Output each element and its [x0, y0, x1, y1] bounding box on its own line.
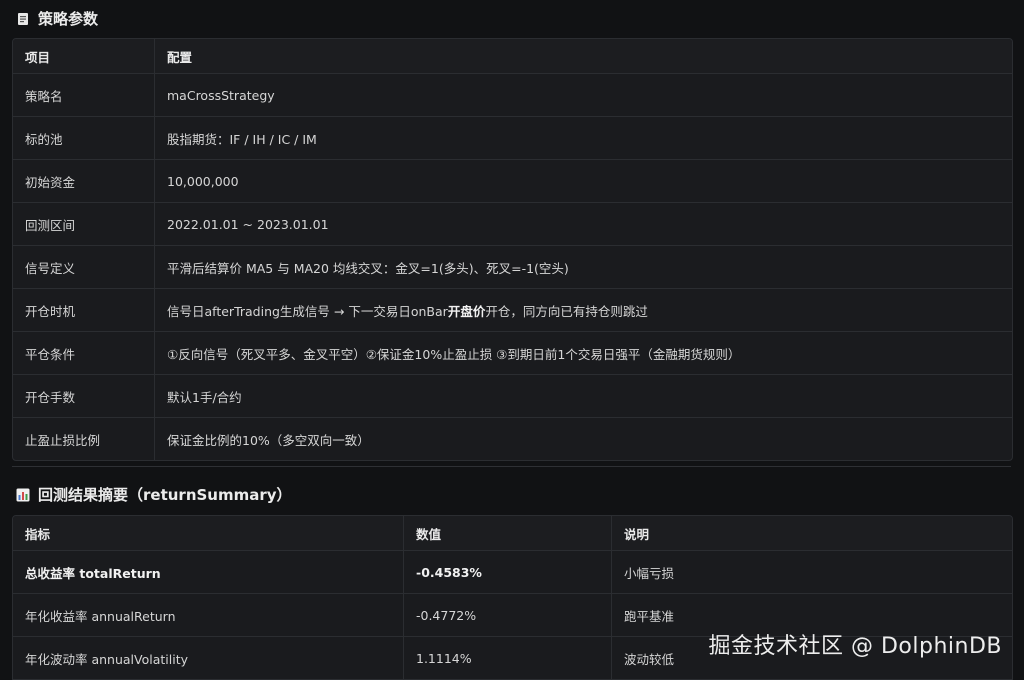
watermark: 掘金技术社区 @ DolphinDB — [708, 634, 1002, 659]
metric-value: -0.4583% — [404, 551, 612, 593]
table-row: 总收益率 totalReturn -0.4583% 小幅亏损 — [13, 551, 1012, 594]
table-header-row: 指标 数值 说明 — [13, 516, 1012, 551]
metric-name: 总收益率 totalReturn — [13, 551, 404, 593]
param-value-emphasis: 开盘价 — [447, 303, 486, 319]
param-name: 开仓时机 — [13, 289, 155, 331]
table-row: 信号定义 平滑后结算价 MA5 与 MA20 均线交叉：金叉=1(多头)、死叉=… — [13, 246, 1012, 289]
param-value: 保证金比例的10%（多空双向一致） — [167, 432, 370, 448]
section-title-return-summary: 回测结果摘要（returnSummary） — [16, 484, 292, 505]
param-value: 信号日afterTrading生成信号 → 下一交易日onBar 开盘价 开仓，同方… — [155, 289, 1012, 331]
metric-note: 小幅亏损 — [624, 565, 675, 581]
column-header: 指标 — [13, 516, 404, 550]
section-title-text: 策略参数 — [38, 10, 99, 28]
metric-name: 年化收益率 annualReturn — [13, 594, 404, 636]
table-row: 回测区间 2022.01.01 ~ 2023.01.01 — [13, 203, 1012, 246]
param-name: 标的池 — [13, 117, 155, 159]
param-value-post: 开仓，同方向已有持仓则跳过 — [485, 303, 648, 319]
param-value: 10,000,000 — [167, 173, 239, 189]
section-title-text: 回测结果摘要（returnSummary） — [38, 486, 292, 504]
param-value: ①反向信号（死叉平多、金叉平空）②保证金10%止盈止损 ③到期日前1个交易日强平… — [167, 346, 741, 362]
param-value-pre: 信号日afterTrading生成信号 → 下一交易日onBar — [167, 303, 448, 319]
table-row: 开仓时机 信号日afterTrading生成信号 → 下一交易日onBar 开盘价… — [13, 289, 1012, 332]
column-header: 数值 — [404, 516, 612, 550]
strategy-params-table: 项目 配置 策略名 maCrossStrategy 标的池 股指期货：IF / … — [12, 38, 1013, 461]
column-header: 说明 — [624, 526, 650, 542]
param-value: 2022.01.01 ~ 2023.01.01 — [167, 216, 329, 232]
param-value: 默认1手/合约 — [167, 389, 242, 405]
column-header: 项目 — [13, 39, 155, 73]
param-name: 止盈止损比例 — [13, 418, 155, 460]
param-value: 股指期货：IF / IH / IC / IM — [167, 131, 317, 147]
metric-name: 年化波动率 annualVolatility — [13, 637, 404, 679]
metric-value: -0.4772% — [404, 594, 612, 636]
table-row: 止盈止损比例 保证金比例的10%（多空双向一致） — [13, 418, 1012, 460]
section-title-strategy-params: 策略参数 — [16, 8, 98, 29]
param-name: 策略名 — [13, 74, 155, 116]
table-row: 平仓条件 ①反向信号（死叉平多、金叉平空）②保证金10%止盈止损 ③到期日前1个… — [13, 332, 1012, 375]
param-name: 初始资金 — [13, 160, 155, 202]
memo-icon — [16, 12, 30, 26]
section-divider — [12, 466, 1011, 467]
table-row: 初始资金 10,000,000 — [13, 160, 1012, 203]
param-value: 平滑后结算价 MA5 与 MA20 均线交叉：金叉=1(多头)、死叉=-1(空头… — [167, 260, 569, 276]
table-header-row: 项目 配置 — [13, 39, 1012, 74]
column-header: 配置 — [167, 49, 193, 65]
metric-value: 1.1114% — [404, 637, 612, 679]
table-row: 策略名 maCrossStrategy — [13, 74, 1012, 117]
param-name: 回测区间 — [13, 203, 155, 245]
param-name: 信号定义 — [13, 246, 155, 288]
bar-chart-icon — [16, 488, 30, 502]
table-row: 开仓手数 默认1手/合约 — [13, 375, 1012, 418]
table-row: 标的池 股指期货：IF / IH / IC / IM — [13, 117, 1012, 160]
param-name: 开仓手数 — [13, 375, 155, 417]
param-value: maCrossStrategy — [167, 87, 275, 103]
param-name: 平仓条件 — [13, 332, 155, 374]
